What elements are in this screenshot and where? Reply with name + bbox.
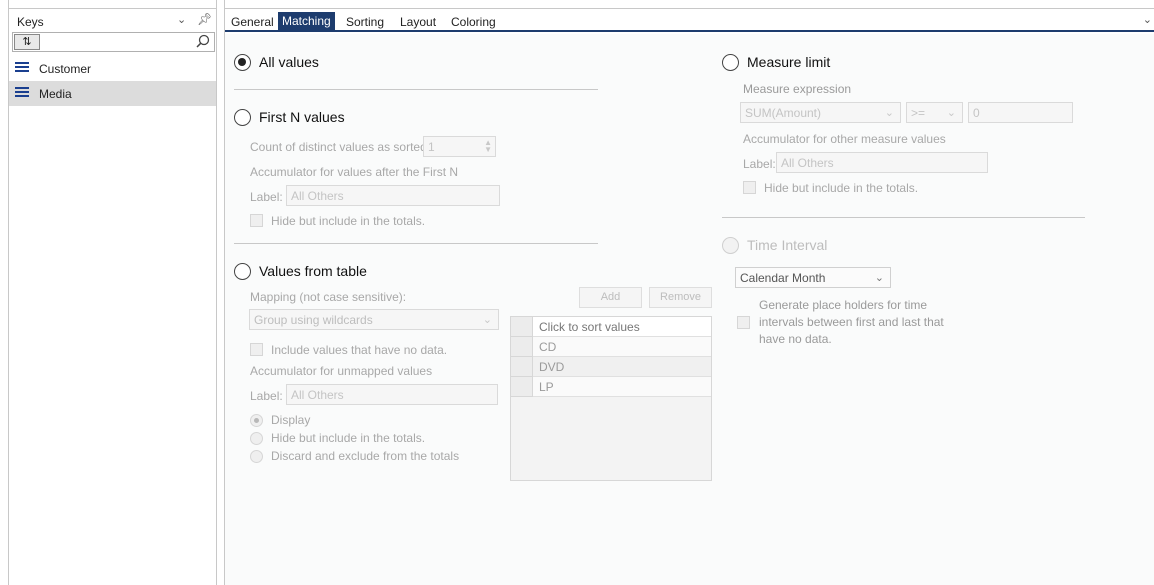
- chevron-down-icon[interactable]: ⌄: [1143, 13, 1152, 26]
- keys-panel: Keys ⌄ 📌︎ ⇅ Customer Media: [8, 0, 217, 585]
- count-distinct-label: Count of distinct values as sorted:: [250, 140, 431, 154]
- keys-item-label: Media: [39, 87, 72, 101]
- mapping-value: Group using wildcards: [254, 313, 373, 327]
- measure-limit-label: Measure limit: [747, 54, 831, 70]
- row-header[interactable]: [511, 337, 533, 357]
- measure-label-input[interactable]: All Others: [776, 152, 988, 173]
- operator-dropdown[interactable]: >= ⌄: [906, 102, 963, 123]
- include-no-data-checkbox[interactable]: [250, 343, 263, 356]
- add-button[interactable]: Add: [579, 287, 642, 308]
- first-n-label: First N values: [259, 109, 345, 125]
- first-n-accumulator-label: Accumulator for values after the First N: [250, 165, 459, 179]
- values-from-table-label: Values from table: [259, 263, 367, 279]
- time-interval-dropdown[interactable]: Calendar Month ⌄: [735, 267, 891, 288]
- keys-item-label: Customer: [39, 62, 92, 76]
- threshold-input[interactable]: 0: [968, 102, 1073, 123]
- all-values-label: All values: [259, 54, 319, 70]
- first-n-hide-label: Hide but include in the totals.: [271, 214, 426, 228]
- mapping-dropdown[interactable]: Group using wildcards ⌄: [249, 309, 499, 330]
- unmapped-label-input[interactable]: All Others: [286, 384, 498, 405]
- keys-search-bar: ⇅: [12, 32, 215, 52]
- table-cell[interactable]: DVD: [533, 357, 711, 377]
- chevron-down-icon: ⌄: [874, 272, 884, 284]
- measure-label-caption: Label:: [743, 157, 776, 171]
- all-values-radio[interactable]: [234, 54, 251, 71]
- divider: [234, 243, 598, 244]
- count-distinct-input[interactable]: 1 ▲ ▼: [423, 136, 496, 157]
- pin-icon[interactable]: 📌︎: [197, 12, 212, 26]
- chevron-down-icon[interactable]: ⌄: [177, 13, 186, 26]
- hide-include-label: Hide but include in the totals.: [271, 431, 426, 445]
- table-row[interactable]: CD: [511, 337, 711, 357]
- divider: [234, 89, 598, 90]
- display-radio[interactable]: [250, 414, 263, 427]
- tab-sorting[interactable]: Sorting: [342, 13, 388, 33]
- measure-hide-label: Hide but include in the totals.: [764, 181, 919, 195]
- keys-item-customer[interactable]: Customer: [9, 56, 216, 81]
- list-icon: [15, 62, 29, 74]
- panel-splitter[interactable]: [217, 0, 225, 585]
- sort-toggle-button[interactable]: ⇅: [14, 34, 40, 50]
- tab-layout[interactable]: Layout: [396, 13, 440, 33]
- measure-hide-checkbox[interactable]: [743, 181, 756, 194]
- tab-matching[interactable]: Matching: [278, 12, 335, 31]
- time-interval-value: Calendar Month: [740, 271, 826, 285]
- first-n-hide-checkbox[interactable]: [250, 214, 263, 227]
- list-icon: [15, 87, 29, 99]
- unmapped-label-caption: Label:: [250, 389, 283, 403]
- table-cell[interactable]: LP: [533, 377, 711, 397]
- table-header-row: Click to sort values: [511, 317, 711, 337]
- discard-exclude-radio[interactable]: [250, 450, 263, 463]
- placeholder-line-3: have no data.: [759, 332, 832, 346]
- tab-coloring[interactable]: Coloring: [447, 13, 500, 33]
- keys-title: Keys: [17, 15, 44, 29]
- chevron-down-icon: ⌄: [482, 314, 492, 326]
- measure-accumulator-label: Accumulator for other measure values: [743, 132, 946, 146]
- chevron-down-icon: ⌄: [884, 107, 894, 119]
- measure-expression-dropdown[interactable]: SUM(Amount) ⌄: [740, 102, 901, 123]
- matching-content: All values First N values Count of disti…: [225, 34, 1154, 585]
- values-from-table-radio[interactable]: [234, 263, 251, 280]
- first-n-label-input[interactable]: All Others: [286, 185, 500, 206]
- values-table: Click to sort values CD DVD LP: [510, 316, 712, 481]
- row-header[interactable]: [511, 377, 533, 397]
- first-n-label-caption: Label:: [250, 190, 283, 204]
- remove-button[interactable]: Remove: [649, 287, 712, 308]
- table-header-cell[interactable]: Click to sort values: [533, 317, 711, 337]
- hide-include-radio[interactable]: [250, 432, 263, 445]
- divider: [722, 217, 1085, 218]
- search-icon[interactable]: [196, 34, 210, 48]
- row-header: [511, 317, 533, 337]
- display-label: Display: [271, 413, 311, 427]
- table-row[interactable]: DVD: [511, 357, 711, 377]
- keys-search-input[interactable]: [43, 34, 183, 50]
- keys-item-media[interactable]: Media: [9, 81, 216, 106]
- discard-exclude-label: Discard and exclude from the totals: [271, 449, 460, 463]
- chevron-down-icon: ⌄: [946, 107, 956, 119]
- operator-value: >=: [911, 106, 926, 120]
- count-distinct-value: 1: [428, 140, 435, 154]
- time-interval-label: Time Interval: [747, 237, 828, 253]
- spinner-arrows-icon[interactable]: ▲ ▼: [484, 139, 492, 154]
- placeholder-line-2: intervals between first and last that: [759, 315, 944, 329]
- time-interval-radio[interactable]: [722, 237, 739, 254]
- placeholder-checkbox[interactable]: [737, 316, 750, 329]
- measure-expression-label: Measure expression: [743, 82, 852, 96]
- measure-limit-radio[interactable]: [722, 54, 739, 71]
- table-cell[interactable]: CD: [533, 337, 711, 357]
- tab-bar: General Matching Sorting Layout Coloring…: [225, 8, 1154, 32]
- placeholder-line-1: Generate place holders for time: [759, 298, 928, 312]
- include-no-data-label: Include values that have no data.: [271, 343, 448, 357]
- keys-header: Keys ⌄ 📌︎: [9, 8, 216, 32]
- mapping-label: Mapping (not case sensitive):: [250, 290, 407, 304]
- measure-expression-value: SUM(Amount): [745, 106, 822, 120]
- unmapped-accumulator-label: Accumulator for unmapped values: [250, 364, 433, 378]
- row-header[interactable]: [511, 357, 533, 377]
- table-row[interactable]: LP: [511, 377, 711, 397]
- tab-general[interactable]: General: [227, 13, 278, 33]
- first-n-radio[interactable]: [234, 109, 251, 126]
